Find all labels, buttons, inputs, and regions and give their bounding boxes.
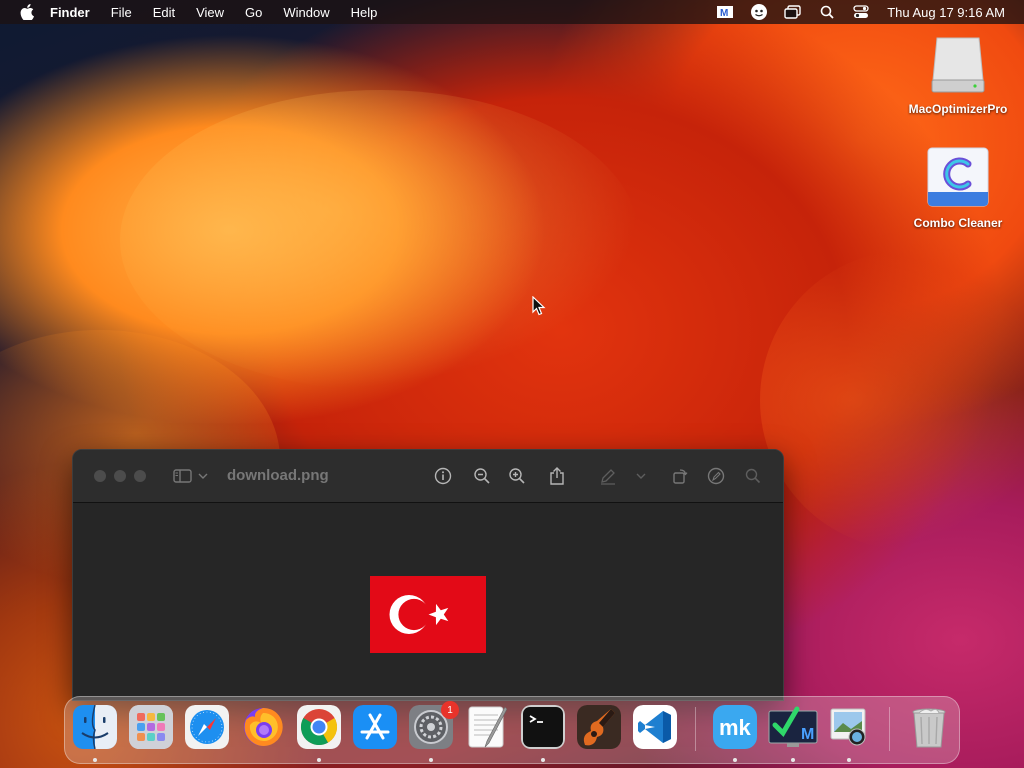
desktop-icon-label: Combo Cleaner: [913, 216, 1003, 230]
notification-badge: 1: [441, 701, 459, 719]
dock-terminal-icon[interactable]: [521, 705, 565, 749]
running-indicator: [733, 758, 737, 762]
mouse-cursor-icon: [532, 295, 546, 316]
running-indicator: [541, 758, 545, 762]
running-indicator: [317, 758, 321, 762]
turkey-flag-image: [370, 576, 486, 653]
dock-safari-icon[interactable]: [185, 705, 229, 749]
sidebar-toggle-icon[interactable]: [173, 466, 193, 486]
chevron-down-icon[interactable]: [635, 466, 647, 486]
menu-go[interactable]: Go: [245, 5, 262, 20]
dock-finder-icon[interactable]: [73, 705, 117, 749]
screen-mirroring-icon[interactable]: [783, 4, 803, 20]
search-icon[interactable]: [743, 466, 763, 486]
markup-pen-icon[interactable]: [598, 466, 618, 486]
dock-trash-icon[interactable]: [907, 705, 951, 749]
menu-clock[interactable]: Thu Aug 17 9:16 AM: [887, 5, 1005, 20]
dock-preview-icon[interactable]: [827, 705, 871, 749]
menu-bar: Finder File Edit View Go Window Help M T…: [0, 0, 1024, 24]
window-toolbar: download.png: [73, 450, 783, 503]
drive-icon: [929, 36, 987, 96]
dock-mackeeper-icon[interactable]: mk: [713, 705, 757, 749]
menu-file[interactable]: File: [111, 5, 132, 20]
dock-separator: [889, 707, 890, 751]
zoom-window-button[interactable]: [134, 470, 146, 482]
dock-chrome-icon[interactable]: [297, 705, 341, 749]
menu-view[interactable]: View: [196, 5, 224, 20]
minimize-window-button[interactable]: [114, 470, 126, 482]
dock-firefox-icon[interactable]: [241, 705, 285, 749]
running-indicator: [791, 758, 795, 762]
menu-help[interactable]: Help: [351, 5, 378, 20]
share-icon[interactable]: [547, 466, 567, 486]
chevron-down-icon[interactable]: [197, 466, 209, 486]
rotate-icon[interactable]: [670, 466, 690, 486]
dock: 1 mk M: [64, 696, 960, 764]
dock-monitor-icon[interactable]: M: [767, 705, 819, 749]
running-indicator: [847, 758, 851, 762]
mackeeper-status-icon[interactable]: [749, 4, 769, 20]
zoom-in-icon[interactable]: [507, 466, 527, 486]
desktop-icon-combo-cleaner[interactable]: Combo Cleaner: [898, 146, 1018, 230]
desktop-icon-label: MacOptimizerPro: [908, 102, 1008, 116]
menu-window[interactable]: Window: [283, 5, 329, 20]
info-icon[interactable]: [433, 466, 453, 486]
dock-textedit-icon[interactable]: [465, 705, 509, 749]
menu-edit[interactable]: Edit: [153, 5, 175, 20]
dock-garageband-icon[interactable]: [577, 705, 621, 749]
monitor-status-icon[interactable]: M: [715, 4, 735, 20]
dock-app-store-icon[interactable]: [353, 705, 397, 749]
apple-menu-icon[interactable]: [18, 3, 36, 21]
dock-vscode-icon[interactable]: [633, 705, 677, 749]
window-title: download.png: [227, 467, 329, 484]
running-indicator: [93, 758, 97, 762]
zoom-out-icon[interactable]: [472, 466, 492, 486]
dock-launchpad-icon[interactable]: [129, 705, 173, 749]
dock-separator: [695, 707, 696, 751]
running-indicator: [429, 758, 433, 762]
preview-window: download.png: [72, 449, 784, 701]
desktop-icon-macoptimizerpro[interactable]: MacOptimizerPro: [898, 36, 1018, 116]
svg-text:M: M: [720, 8, 728, 19]
markup-toolbar-icon[interactable]: [706, 466, 726, 486]
menu-app-name[interactable]: Finder: [50, 5, 90, 20]
spotlight-search-icon[interactable]: [817, 4, 837, 20]
svg-text:mk: mk: [719, 715, 752, 740]
close-window-button[interactable]: [94, 470, 106, 482]
svg-text:M: M: [801, 726, 814, 743]
combo-cleaner-icon: [926, 146, 990, 210]
control-center-icon[interactable]: [851, 4, 871, 20]
